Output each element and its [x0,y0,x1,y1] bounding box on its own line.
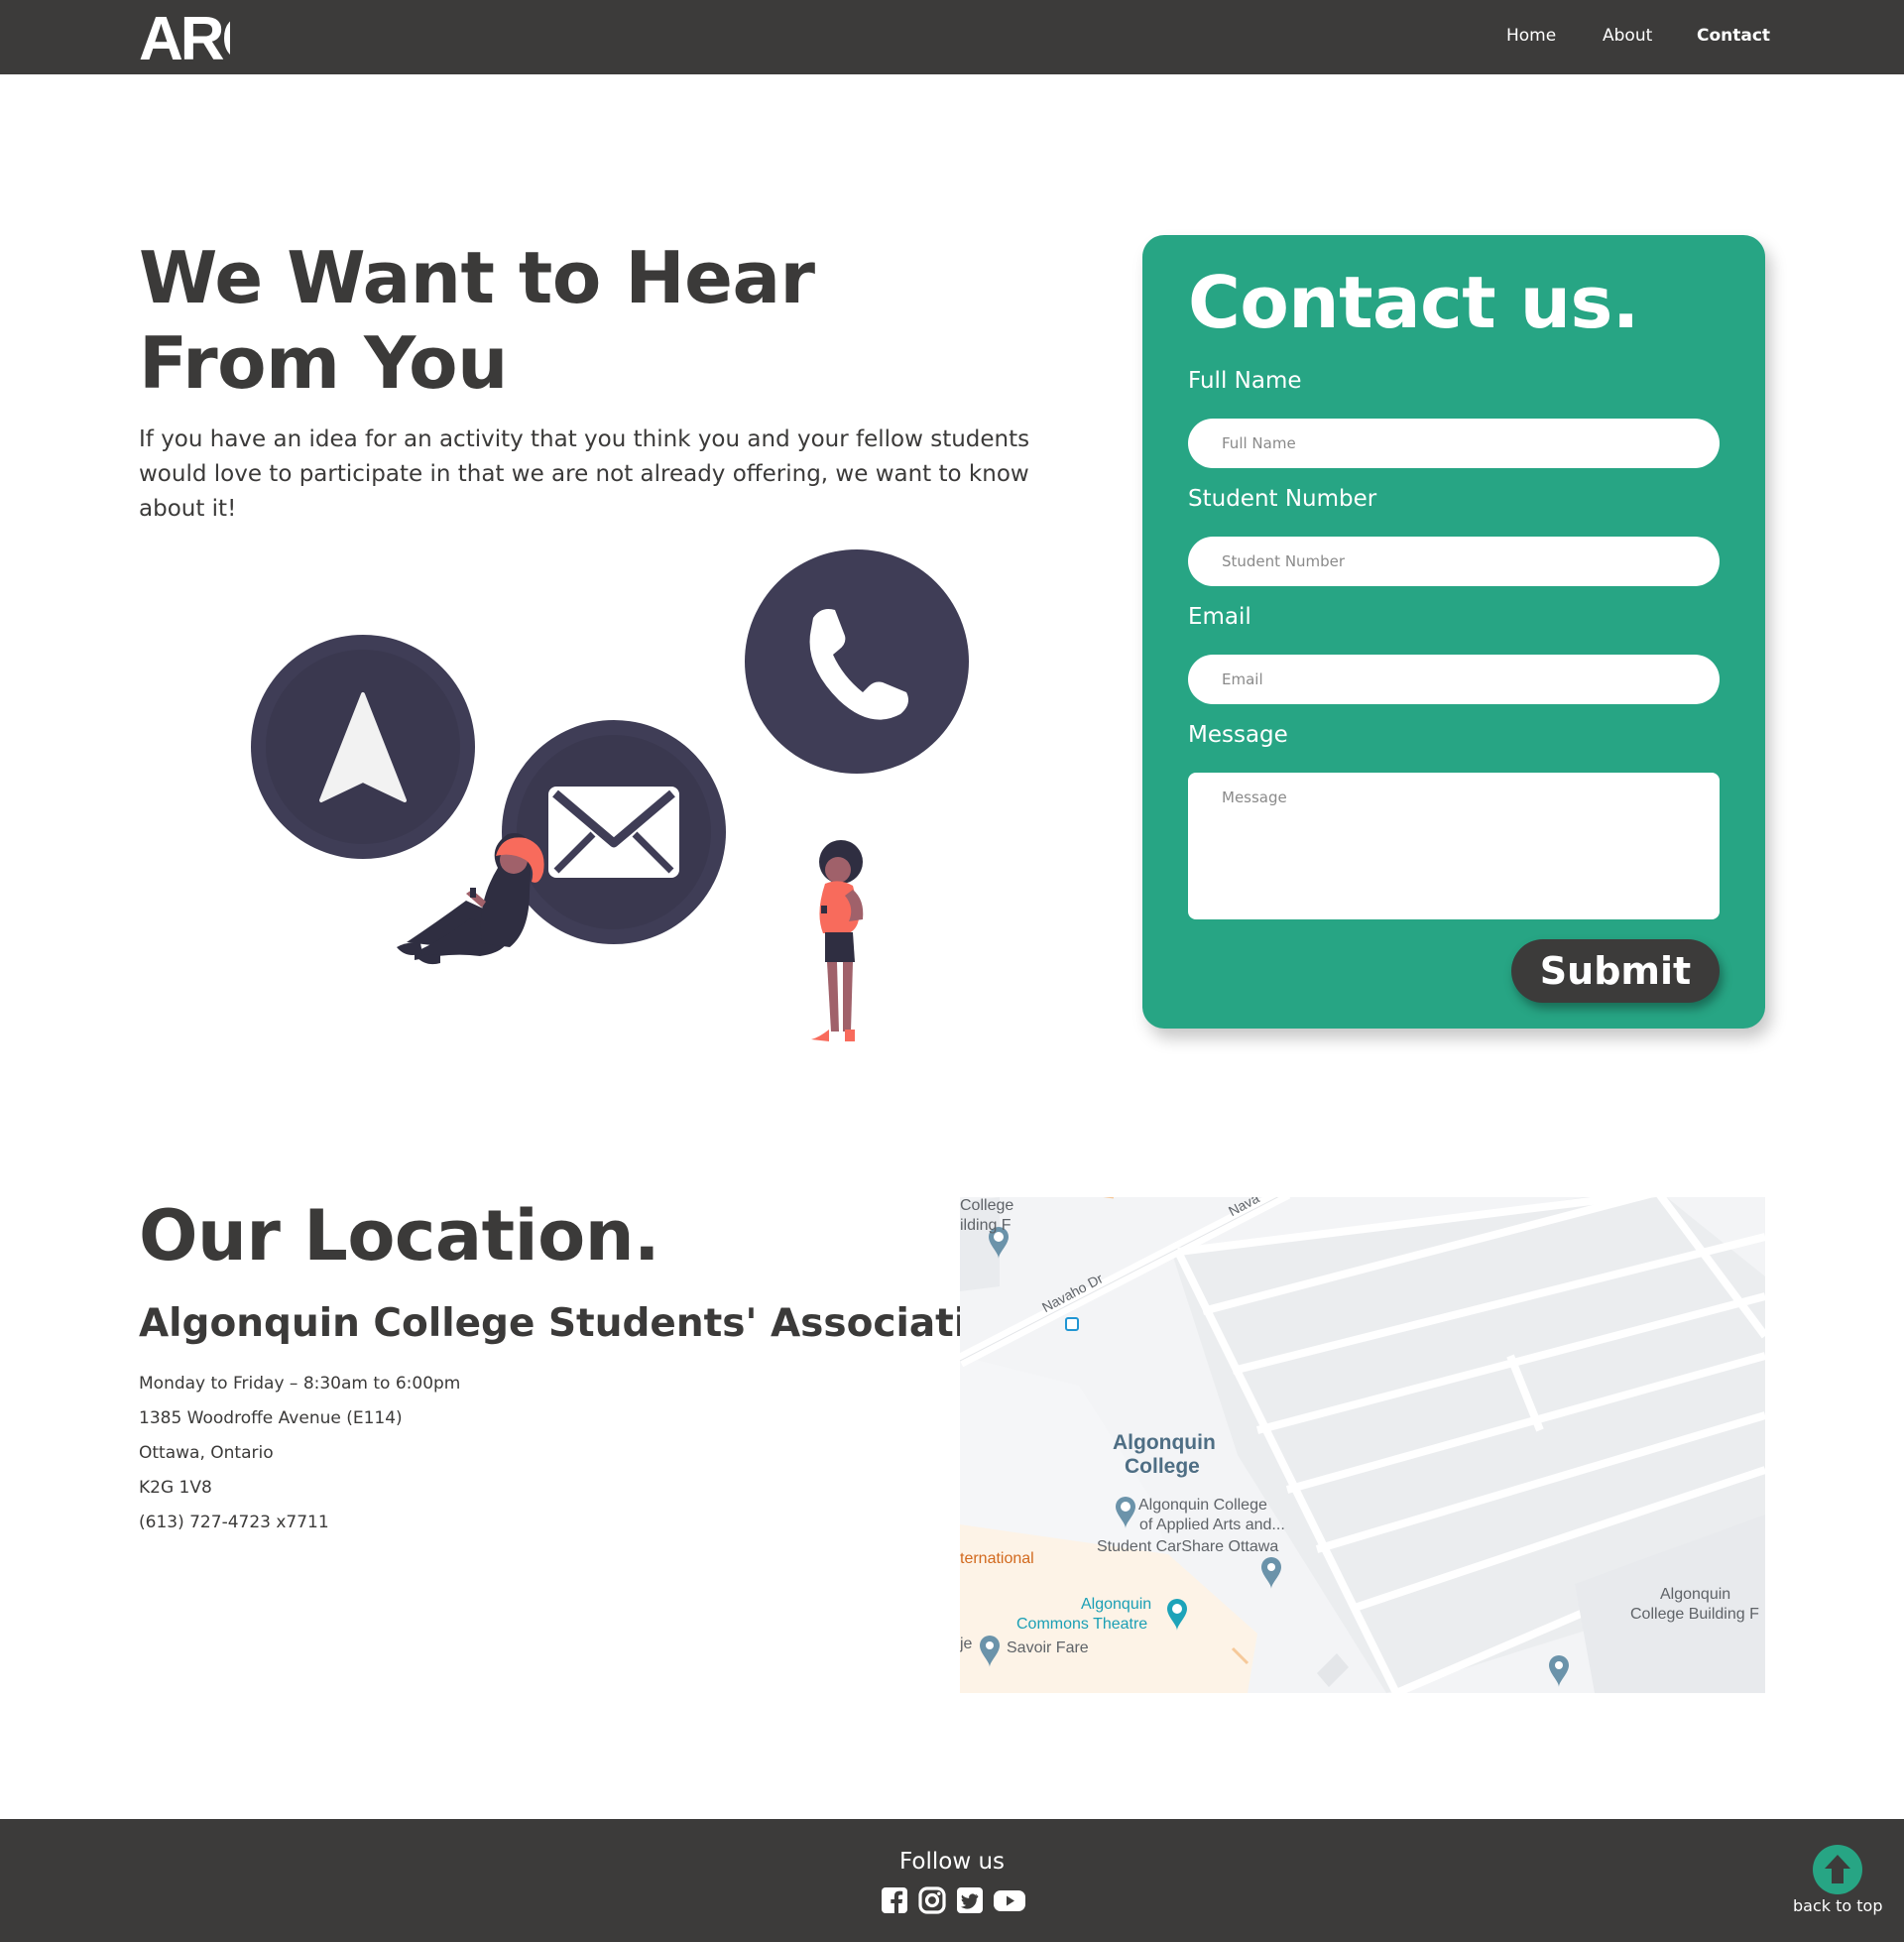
message-textarea[interactable] [1188,773,1720,919]
svg-text:ARC: ARC [139,8,230,65]
footer: Follow us back to top [0,1819,1904,1942]
submit-button[interactable]: Submit [1511,939,1720,1003]
city-province: Ottawa, Ontario [139,1443,274,1463]
map-label: Commons Theatre [1016,1616,1148,1633]
map-label: Savoir Fare [1007,1639,1089,1656]
map-label: ilding F [960,1217,1012,1234]
map-label: College [960,1197,1014,1214]
map-label: Algonquin [1081,1596,1152,1613]
back-to-top-button[interactable]: back to top [1793,1845,1882,1915]
social-links [881,1886,1025,1914]
contact-form-card: Contact us. Full Name Student Number Ema… [1142,235,1765,1029]
map-label: College [1125,1455,1200,1478]
map-label: ternational [960,1550,1034,1567]
arc-logo[interactable]: ARC [139,8,230,65]
phone-icon [745,549,969,774]
map-label: of Applied Arts and... [1139,1517,1285,1533]
email-input[interactable] [1188,655,1720,704]
hero-description: If you have an idea for an activity that… [139,426,1030,522]
full-name-input[interactable] [1188,419,1720,468]
navigation-arrow-icon [251,635,475,859]
map-label: Algonquin [1660,1586,1731,1603]
twitter-icon[interactable] [956,1886,984,1914]
facebook-icon[interactable] [881,1886,908,1914]
student-number-label: Student Number [1188,486,1377,512]
map-label: College Building F [1630,1606,1759,1623]
postal-code: K2G 1V8 [139,1478,212,1498]
follow-us-label: Follow us [898,1849,1005,1875]
student-number-input[interactable] [1188,537,1720,586]
office-hours: Monday to Friday – 8:30am to 6:00pm [139,1374,461,1394]
top-navbar: ARC Home About Contact [0,0,1904,74]
nav-contact-link[interactable]: Contact [1697,26,1770,46]
nav-home-link[interactable]: Home [1506,26,1556,46]
map-label: je [960,1636,973,1652]
message-label: Message [1188,722,1288,748]
arrow-up-icon[interactable] [1813,1845,1862,1894]
back-to-top-label: back to top [1793,1896,1883,1915]
location-details: Monday to Friday – 8:30am to 6:00pm 1385… [139,1367,460,1540]
phone-number: (613) 727-4723 x7711 [139,1513,329,1532]
nav-about-link[interactable]: About [1603,26,1652,46]
bus-stop-icon[interactable] [1065,1317,1079,1331]
map-label: Student CarShare Ottawa [1097,1538,1279,1555]
sitting-person-figure [397,832,544,965]
hero-title: We Want to Hear From You [139,236,815,405]
location-title: Our Location. [139,1195,660,1276]
map-label: Algonquin College [1138,1497,1267,1514]
instagram-icon[interactable] [918,1886,946,1914]
envelope-icon [502,720,726,944]
standing-person-figure [811,840,864,1041]
street-address: 1385 Woodroffe Avenue (E114) [139,1408,403,1428]
location-map[interactable]: College ilding F Navaho Dr Nava Algonqui… [960,1197,1765,1693]
contact-illustration [251,549,969,1041]
contact-form-title: Contact us. [1188,261,1639,344]
youtube-icon[interactable] [994,1886,1025,1914]
full-name-label: Full Name [1188,368,1302,394]
location-subtitle: Algonquin College Students' Association [139,1301,1021,1346]
map-label: Algonquin [1113,1431,1216,1454]
email-label: Email [1188,604,1251,630]
